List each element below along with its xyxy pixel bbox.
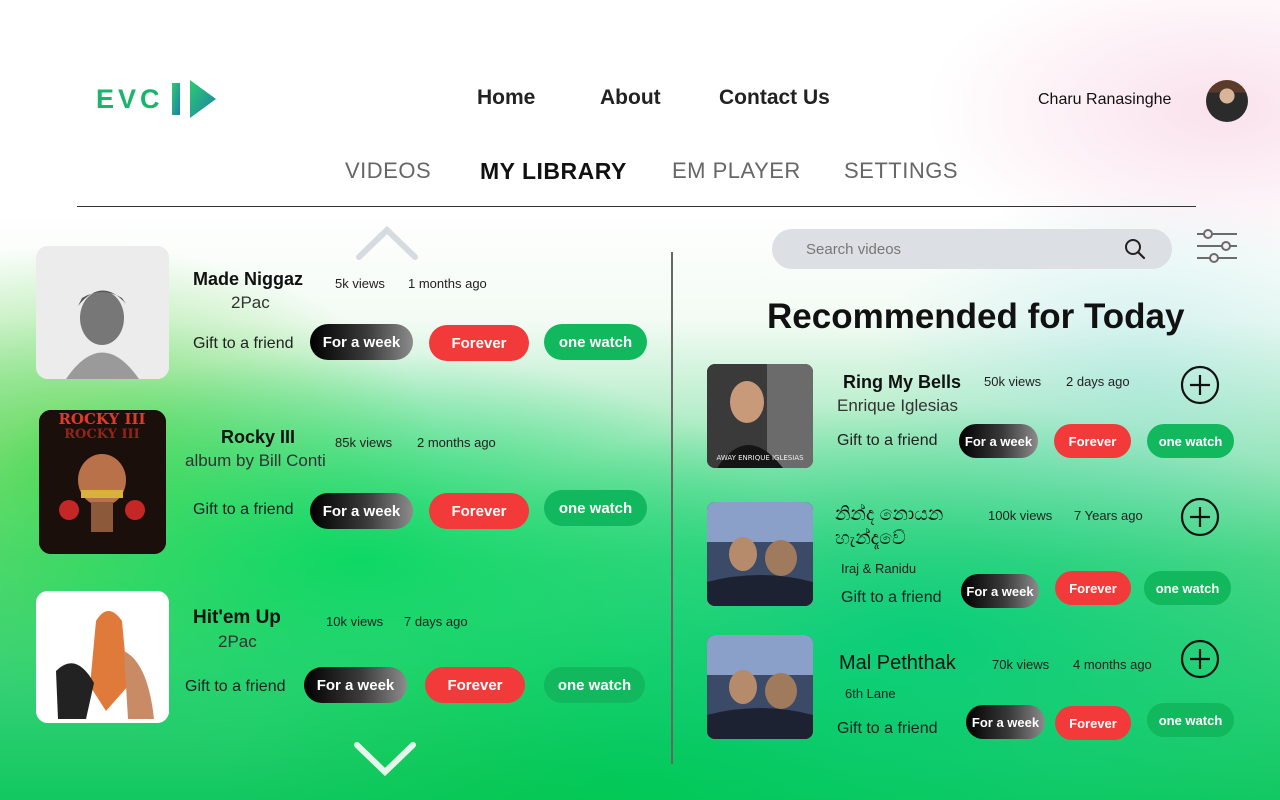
video-age: 1 months ago [408,276,487,291]
avatar[interactable] [1206,80,1248,122]
album-cover-image: AWAY ENRIQUE IGLESIAS [707,364,813,468]
video-thumbnail[interactable]: ROCKY III ROCKY III [39,410,166,554]
tab-settings[interactable]: SETTINGS [844,158,958,184]
portrait-image [36,246,169,379]
for-a-week-button[interactable]: For a week [310,493,413,529]
search-bar[interactable] [772,229,1172,269]
nav-contact-us[interactable]: Contact Us [719,86,830,110]
video-thumbnail[interactable] [707,635,813,739]
svg-text:ROCKY III: ROCKY III [64,427,139,442]
recommended-heading: Recommended for Today [767,297,1185,336]
column-divider [671,252,673,764]
forever-button[interactable]: Forever [1054,424,1131,458]
tab-em-player[interactable]: EM PLAYER [672,158,801,184]
video-thumbnail[interactable] [707,502,813,606]
album-cover-image: ROCKY III ROCKY III [39,410,166,554]
video-title[interactable]: Ring My Bells [843,372,961,393]
video-views: 100k views [988,508,1053,523]
video-artist: album by Bill Conti [185,451,326,470]
dancers-image [36,591,169,723]
nav-about[interactable]: About [600,86,661,110]
gift-label: Gift to a friend [837,432,938,449]
album-cover-title: ROCKY III [58,410,145,428]
video-age: 7 days ago [404,614,468,629]
forever-button[interactable]: Forever [425,667,525,703]
car-scene-image [707,635,813,739]
video-thumbnail[interactable] [36,591,169,723]
sliders-icon[interactable] [1196,228,1238,264]
video-title[interactable]: නින්ද නොයන හැන්දෑවේ [835,503,985,551]
one-watch-button[interactable]: one watch [1144,571,1231,605]
video-artist: 6th Lane [845,686,896,701]
one-watch-button[interactable]: one watch [544,324,647,360]
gift-label: Gift to a friend [837,720,938,737]
tab-my-library[interactable]: MY LIBRARY [480,158,627,185]
video-artist: Iraj & Ranidu [841,561,917,576]
car-scene-image [707,502,813,606]
video-views: 85k views [335,435,393,450]
header-divider [77,206,1196,207]
chevron-up-icon[interactable] [354,222,420,262]
one-watch-button[interactable]: one watch [1147,703,1234,737]
one-watch-button[interactable]: one watch [1147,424,1234,458]
logo-text[interactable]: EVC [96,84,164,115]
for-a-week-button[interactable]: For a week [966,705,1045,739]
video-age: 7 Years ago [1074,508,1143,523]
chevron-down-icon[interactable] [352,740,418,780]
search-input[interactable] [806,240,1106,258]
video-thumbnail[interactable] [36,246,169,379]
forever-button[interactable]: Forever [429,493,529,529]
video-age: 4 months ago [1073,657,1152,672]
video-views: 70k views [992,657,1050,672]
nav-home[interactable]: Home [477,86,535,110]
plus-circle-icon[interactable] [1180,497,1220,537]
for-a-week-button[interactable]: For a week [961,574,1039,608]
video-title[interactable]: Hit'em Up [193,607,281,629]
video-title[interactable]: Rocky III [221,427,295,448]
forever-button[interactable]: Forever [1055,571,1131,605]
for-a-week-button[interactable]: For a week [304,667,407,703]
video-artist: 2Pac [218,632,257,651]
user-name[interactable]: Charu Ranasinghe [1038,91,1171,109]
video-views: 50k views [984,374,1042,389]
video-views: 10k views [326,614,384,629]
gift-label: Gift to a friend [193,335,294,352]
for-a-week-button[interactable]: For a week [959,424,1038,458]
video-title[interactable]: Made Niggaz [193,269,303,290]
for-a-week-button[interactable]: For a week [310,324,413,360]
one-watch-button[interactable]: one watch [544,667,645,703]
video-artist: 2Pac [231,293,270,312]
one-watch-button[interactable]: one watch [544,490,647,526]
video-artist: Enrique Iglesias [837,396,958,415]
video-age: 2 months ago [417,435,496,450]
album-cover-title: AWAY ENRIQUE IGLESIAS [716,454,804,462]
gift-label: Gift to a friend [185,678,286,695]
search-icon[interactable] [1124,238,1146,260]
plus-circle-icon[interactable] [1180,365,1220,405]
video-title[interactable]: Mal Peththak [839,652,956,675]
plus-circle-icon[interactable] [1180,639,1220,679]
video-thumbnail[interactable]: AWAY ENRIQUE IGLESIAS [707,364,813,468]
forever-button[interactable]: Forever [429,325,529,361]
video-age: 2 days ago [1066,374,1130,389]
video-views: 5k views [335,276,385,291]
forever-button[interactable]: Forever [1055,706,1131,740]
gift-label: Gift to a friend [193,501,294,518]
play-triangle-icon[interactable] [170,80,218,118]
tab-videos[interactable]: VIDEOS [345,158,431,184]
gift-label: Gift to a friend [841,589,942,606]
